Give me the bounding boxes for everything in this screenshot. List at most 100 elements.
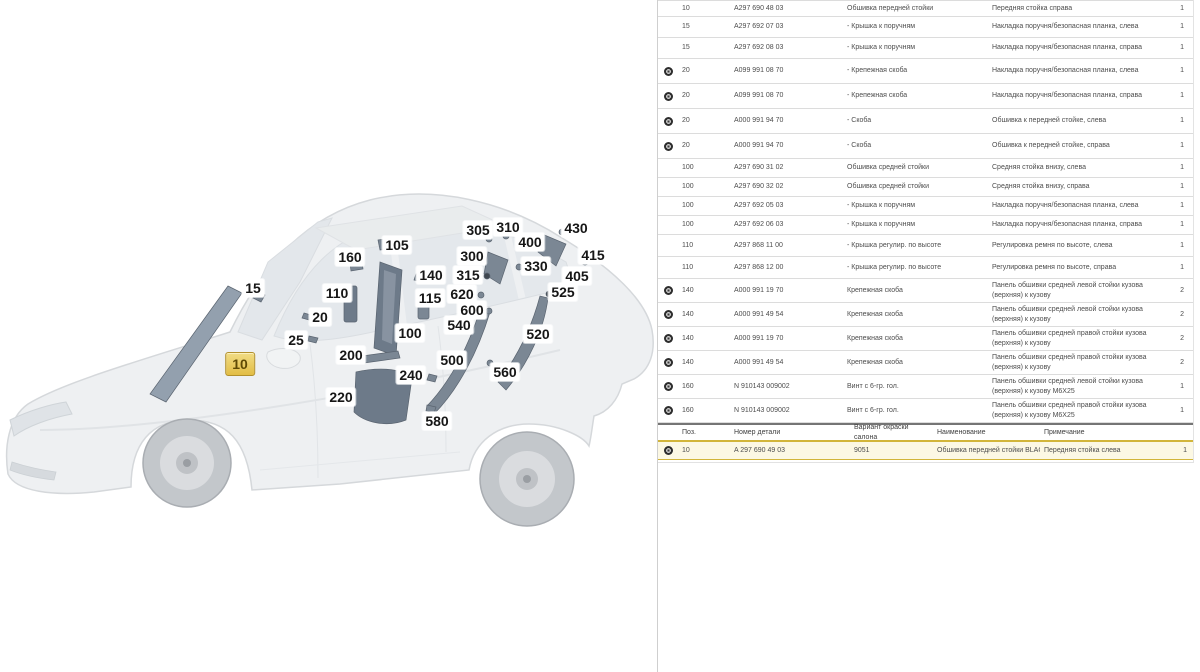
cell-part-number: A000 991 19 70 [730,286,843,295]
diagram-callout[interactable]: 115 [416,289,445,307]
diagram-callout[interactable]: 580 [422,412,451,430]
info-icon[interactable] [664,446,673,455]
info-icon[interactable] [664,142,673,151]
cell-remark: Накладка поручня/безопасная планка, спра… [988,43,1156,52]
cell-qty: 1 [1156,201,1190,210]
info-icon[interactable] [664,334,673,343]
table-row[interactable]: 160N 910143 009002Винт с 6-гр. гол.Панел… [658,375,1193,399]
info-icon[interactable] [664,310,673,319]
cell-pos: 100 [678,163,730,172]
table-row[interactable]: 100A297 690 31 02Обшивка средней стойкиС… [658,159,1193,178]
cell-name: - Крышка к поручням [843,22,988,31]
row-icon-cell [658,406,678,415]
diagram-callout-selected[interactable]: 10 [225,352,255,376]
info-icon[interactable] [664,382,673,391]
diagram-callout[interactable]: 560 [490,363,519,381]
table-row[interactable]: 140A000 991 19 70Крепежная скобаПанель о… [658,279,1193,303]
cell-name: Крепежная скоба [843,334,988,343]
selected-part-row[interactable]: 10 A 297 690 49 03 9051 Обшивка передней… [658,440,1193,460]
cell-name: - Крепежная скоба [843,91,988,100]
table-row[interactable]: 20A099 991 08 70- Крепежная скобаНакладк… [658,84,1193,109]
table-row[interactable]: 15A297 692 08 03- Крышка к поручнямНакла… [658,38,1193,59]
epc-parts-screen: 1015202510010511011514016020022024030030… [0,0,1200,672]
cell-pos: 160 [678,406,730,415]
info-icon[interactable] [664,286,673,295]
diagram-callout[interactable]: 315 [453,266,482,284]
cell-part-number: A099 991 08 70 [730,91,843,100]
info-icon[interactable] [664,92,673,101]
diagram-callout[interactable]: 300 [457,247,486,265]
cell-pos: 140 [678,358,730,367]
table-row[interactable]: 20A099 991 08 70- Крепежная скобаНакладк… [658,59,1193,84]
table-row[interactable]: 100A297 692 06 03- Крышка к поручнямНакл… [658,216,1193,235]
table-row[interactable]: 10A297 690 48 03Обшивка передней стойкиП… [658,1,1193,17]
table-row[interactable]: 20A000 991 94 70- СкобаОбшивка к передне… [658,134,1193,159]
cell-name: - Крышка регулир. по высоте [843,241,988,250]
diagram-callout[interactable]: 25 [285,331,307,349]
cell-qty: 1 [1156,382,1190,391]
diagram-callout[interactable]: 240 [396,366,425,384]
info-icon[interactable] [664,117,673,126]
cell-remark: Накладка поручня/безопасная планка, спра… [988,220,1156,229]
table-row[interactable]: 110A297 868 12 00- Крышка регулир. по вы… [658,257,1193,279]
info-icon[interactable] [664,406,673,415]
table-row[interactable]: 140A000 991 19 70Крепежная скобаПанель о… [658,327,1193,351]
result-table-header: Поз. Номер детали Вариант окраски салона… [658,423,1193,440]
diagram-callout[interactable]: 140 [416,266,445,284]
front-wheel [143,419,231,507]
table-row[interactable]: 140A000 991 49 54Крепежная скобаПанель о… [658,351,1193,375]
diagram-callout[interactable]: 330 [521,257,550,275]
diagram-callout[interactable]: 305 [463,221,492,239]
diagram-callout[interactable]: 20 [309,308,331,326]
table-row[interactable]: 110A297 868 11 00- Крышка регулир. по вы… [658,235,1193,257]
cell-remark: Панель обшивки средней правой стойки куз… [988,329,1156,347]
part-clip-600[interactable] [486,308,492,314]
diagram-callout[interactable]: 400 [515,233,544,251]
cell-part-number: A297 692 08 03 [730,43,843,52]
cell-qty: 1 [1156,163,1190,172]
cell-part-number: A000 991 49 54 [730,358,843,367]
cell-pos: 160 [678,382,730,391]
diagram-callout[interactable]: 160 [335,248,364,266]
diagram-callout[interactable]: 200 [336,346,365,364]
cell-pos: 20 [678,116,730,125]
cell-remark: Передняя стойка слева [1040,446,1158,455]
diagram-callout[interactable]: 110 [323,284,352,302]
table-row[interactable]: 20A000 991 94 70- СкобаОбшивка к передне… [658,109,1193,134]
table-row[interactable]: 100A297 692 05 03- Крышка к поручнямНакл… [658,197,1193,216]
diagram-callout[interactable]: 100 [395,324,424,342]
part-clip-315[interactable] [484,273,490,279]
table-row[interactable]: 100A297 690 32 02Обшивка средней стойкиС… [658,178,1193,197]
diagram-callout[interactable]: 620 [447,285,476,303]
row-icon-cell [658,286,678,295]
info-icon[interactable] [664,67,673,76]
cell-qty: 1 [1156,22,1190,31]
diagram-callout[interactable]: 600 [457,301,486,319]
part-clip-620[interactable] [478,292,484,298]
cell-pos: 140 [678,286,730,295]
diagram-callout[interactable]: 415 [578,246,607,264]
diagram-callout[interactable]: 520 [523,325,552,343]
cell-remark: Средняя стойка внизу, справа [988,182,1156,191]
diagram-callout[interactable]: 430 [561,219,590,237]
cell-variant: 9051 [850,446,933,455]
cell-part-number: A099 991 08 70 [730,66,843,75]
table-row[interactable]: 140A000 991 49 54Крепежная скобаПанель о… [658,303,1193,327]
table-row[interactable]: 160N 910143 009002Винт с 6-гр. гол.Панел… [658,399,1193,423]
header-remark: Примечание [1040,428,1158,437]
diagram-callout[interactable]: 105 [382,236,411,254]
cell-pos: 10 [678,446,730,455]
table-row[interactable]: 15A297 692 07 03- Крышка к поручнямНакла… [658,17,1193,38]
row-icon-cell [658,310,678,319]
parts-table: 10A297 690 48 03Обшивка передней стойкиП… [658,0,1193,423]
cell-part-number: A000 991 19 70 [730,334,843,343]
cell-qty: 2 [1156,286,1190,295]
header-name: Наименование [933,428,1040,437]
cell-part-number: A297 692 07 03 [730,22,843,31]
diagram-callout[interactable]: 15 [242,279,264,297]
cell-pos: 140 [678,334,730,343]
diagram-callout[interactable]: 220 [326,388,355,406]
diagram-callout[interactable]: 500 [437,351,466,369]
diagram-callout[interactable]: 525 [548,283,577,301]
info-icon[interactable] [664,358,673,367]
